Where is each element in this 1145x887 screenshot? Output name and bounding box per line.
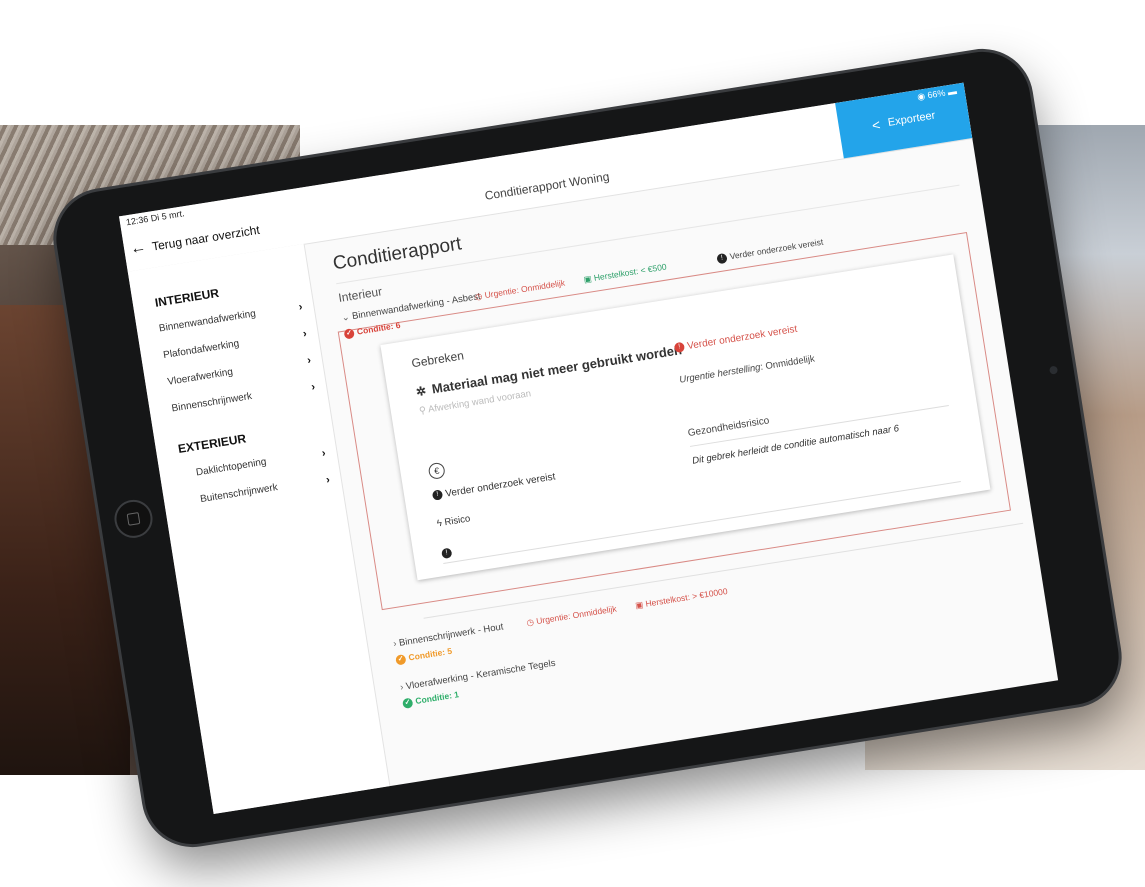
- alert-icon: !: [716, 252, 728, 265]
- check-circle-icon: ✓: [343, 327, 355, 340]
- report-title: Conditierapport: [331, 233, 464, 275]
- urgency-badge: ◷ Urgentie: Onmiddelijk: [525, 603, 618, 628]
- chevron-right-icon: ›: [325, 473, 331, 487]
- urgency-repair: Urgentie herstelling: Onmiddelijk: [678, 353, 816, 386]
- main-content: Conditierapport Interieur ⌄ Binnenwandaf…: [304, 138, 1059, 786]
- euro-icon: €: [427, 461, 446, 481]
- condition-badge: ✓ Conditie: 5: [395, 646, 453, 666]
- chevron-right-icon: ›: [302, 327, 308, 341]
- alert-icon: !: [431, 489, 444, 502]
- research-required-left: ! Verder onderzoek vereist: [431, 471, 556, 502]
- sidebar-group-interieur: INTERIEUR Binnenwandafwerking › Plafonda…: [154, 273, 318, 430]
- lightning-icon: ϟ: [436, 517, 443, 530]
- chevron-right-icon: ›: [399, 681, 405, 694]
- info-dot: !: [440, 543, 456, 563]
- material-icon: ✲: [415, 383, 428, 400]
- chevron-right-icon: ›: [310, 380, 317, 394]
- clock-icon: ◷: [474, 290, 484, 302]
- check-circle-icon: ✓: [401, 697, 414, 709]
- battery-indicator: ◉ 66% ▬: [916, 85, 958, 103]
- chevron-right-icon: ›: [392, 638, 398, 650]
- research-required: ! Verder onderzoek vereist: [673, 324, 798, 354]
- cost-badge: ▣ Herstelkost: > €10000: [634, 585, 729, 611]
- home-button[interactable]: [111, 497, 156, 541]
- alert-icon: !: [440, 547, 453, 559]
- chevron-right-icon: ›: [297, 300, 304, 314]
- location-pin-icon: ⚲: [418, 404, 427, 417]
- battery-icon: ▬: [947, 85, 958, 98]
- alert-icon: !: [673, 342, 686, 354]
- sidebar-group-exterieur: EXTERIEUR Daklichtopening › Buitenschrij…: [177, 419, 333, 523]
- defects-heading: Gebreken: [410, 348, 465, 371]
- chevron-down-icon: ⌄: [340, 311, 351, 324]
- condition-badge: ✓ Conditie: 1: [401, 689, 460, 709]
- clock-icon: ◷: [525, 616, 535, 628]
- share-icon: <: [870, 116, 882, 134]
- wifi-icon: ◉: [916, 90, 926, 103]
- chevron-right-icon: ›: [306, 354, 312, 367]
- export-label: Exporteer: [887, 109, 937, 129]
- risk-label: ϟ Risico: [436, 513, 472, 530]
- camera-icon: [1048, 365, 1059, 375]
- tablet-screen: Conditierapport Woning < Exporteer 12:36…: [119, 82, 1059, 814]
- item-name: › Vloerafwerking - Keramische Tegels: [399, 657, 557, 694]
- check-circle-icon: ✓: [395, 653, 407, 666]
- euro-card-icon: ▣: [582, 273, 593, 285]
- euro-card-icon: ▣: [634, 599, 644, 611]
- chevron-right-icon: ›: [320, 447, 327, 460]
- arrow-left-icon: ←: [129, 238, 148, 258]
- section-label: Interieur: [337, 284, 384, 306]
